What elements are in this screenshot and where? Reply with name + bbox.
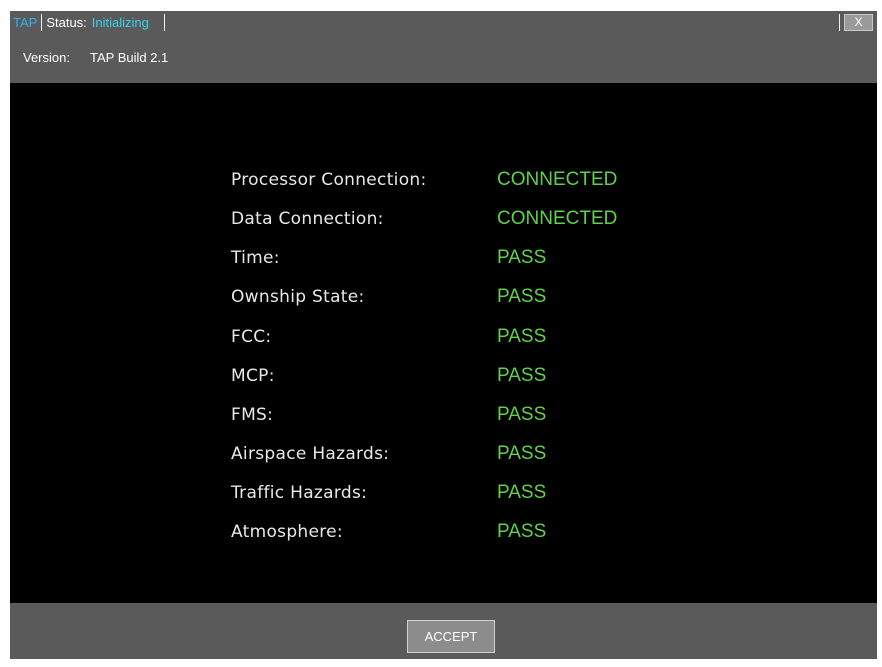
check-result: PASS <box>497 286 547 307</box>
check-name: FMS: <box>231 405 274 425</box>
check-name: MCP: <box>231 366 275 386</box>
status-row-time: Time: PASS <box>231 244 546 272</box>
status-row-airspace-hazards: Airspace Hazards: PASS <box>231 440 546 468</box>
accept-button[interactable]: ACCEPT <box>407 620 495 653</box>
title-divider <box>163 14 165 31</box>
check-name: Atmosphere: <box>231 522 343 542</box>
version-value: TAP Build 2.1 <box>90 50 169 65</box>
status-row-mcp: MCP: PASS <box>231 362 546 390</box>
status-value: Initializing <box>91 15 149 30</box>
check-result: PASS <box>497 482 547 503</box>
version-bar: Version: TAP Build 2.1 <box>10 34 877 83</box>
status-row-ownship-state: Ownship State: PASS <box>231 283 546 311</box>
check-result: PASS <box>497 365 547 386</box>
status-label: Status: <box>46 15 87 30</box>
check-name: FCC: <box>231 327 272 347</box>
check-result: CONNECTED <box>497 208 618 229</box>
status-row-atmosphere: Atmosphere: PASS <box>231 518 546 546</box>
version-label: Version: <box>23 50 70 65</box>
check-name: Traffic Hazards: <box>231 483 368 503</box>
check-result: PASS <box>497 404 547 425</box>
check-name: Data Connection: <box>231 209 384 229</box>
title-bar: TAP Status: Initializing X <box>10 11 877 34</box>
check-name: Processor Connection: <box>231 170 427 190</box>
close-divider <box>839 14 840 31</box>
app-tab[interactable]: TAP <box>10 11 40 34</box>
status-row-data-connection: Data Connection: CONNECTED <box>231 205 617 233</box>
check-result: PASS <box>497 443 547 464</box>
footer-bar: ACCEPT <box>10 603 877 659</box>
check-name: Time: <box>231 248 280 268</box>
title-divider <box>41 14 43 31</box>
check-result: PASS <box>497 326 547 347</box>
check-name: Ownship State: <box>231 287 365 307</box>
check-result: PASS <box>497 247 547 268</box>
status-row-fms: FMS: PASS <box>231 401 546 429</box>
close-button[interactable]: X <box>844 14 873 31</box>
status-row-processor-connection: Processor Connection: CONNECTED <box>231 166 617 194</box>
status-check-list: Processor Connection: CONNECTED Data Con… <box>10 83 877 603</box>
status-row-traffic-hazards: Traffic Hazards: PASS <box>231 479 546 507</box>
check-result: PASS <box>497 521 547 542</box>
tap-window: TAP Status: Initializing X Version: TAP … <box>10 11 877 659</box>
status-row-fcc: FCC: PASS <box>231 323 546 351</box>
check-result: CONNECTED <box>497 169 618 190</box>
check-name: Airspace Hazards: <box>231 444 390 464</box>
